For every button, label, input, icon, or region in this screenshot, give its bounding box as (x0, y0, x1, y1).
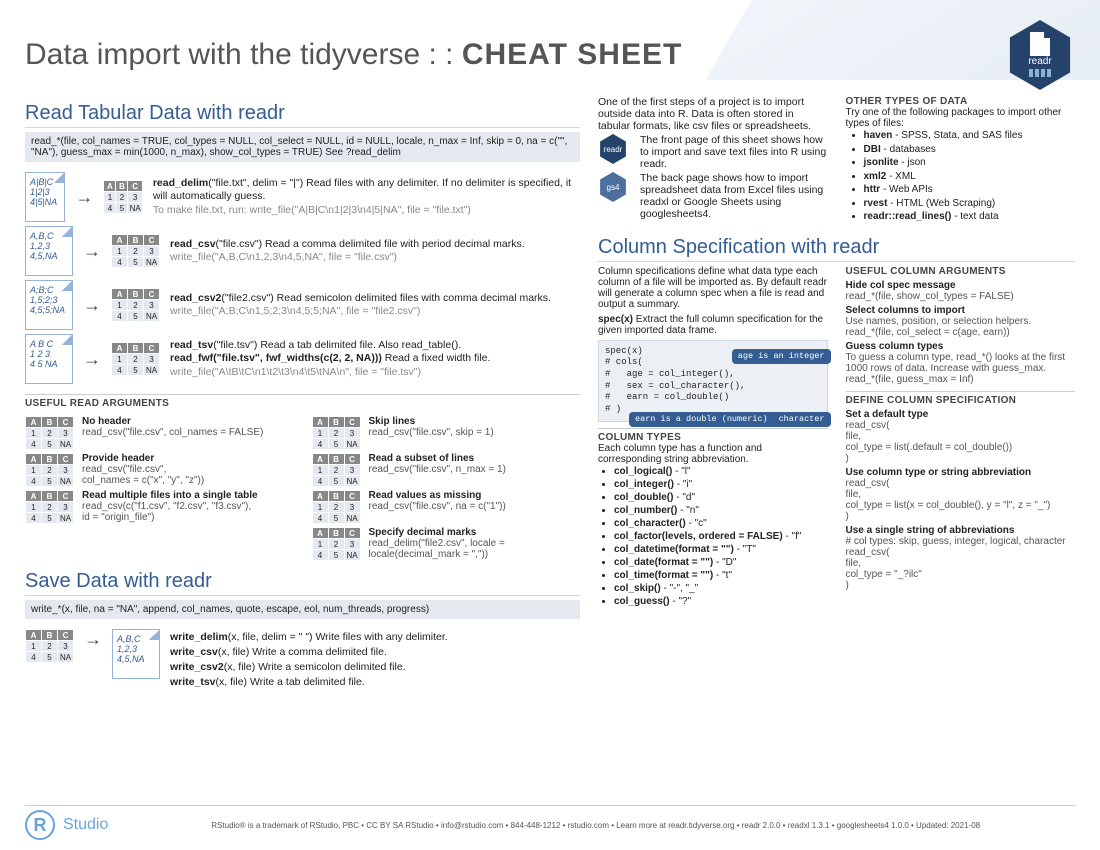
coltype-item: col_skip() - "-", "_" (614, 582, 828, 595)
footer-text: RStudio® is a trademark of RStudio, PBC … (116, 821, 1075, 830)
coltype-item: col_guess() - "?" (614, 595, 828, 608)
result-table: ABC12345NA (312, 453, 361, 487)
arg-item: Specify decimal marksread_delim("file2.c… (369, 527, 505, 561)
intro-text: One of the first steps of a project is t… (598, 96, 828, 132)
example-desc: read_csv2("file2.csv") Read semicolon de… (170, 292, 551, 318)
column-types-sub: Each column type has a function and corr… (598, 443, 828, 465)
arg-item: Provide headerread_csv("file.csv", col_n… (82, 453, 204, 487)
result-table: ABC12345NA (111, 342, 160, 376)
example-desc: read_csv("file.csv") Read a comma delimi… (170, 238, 525, 264)
arrow-icon: → (83, 349, 101, 370)
coltype-item: col_time(format = "") - "t" (614, 569, 828, 582)
spec-code: spec(x) # cols( # age = col_integer(), #… (598, 340, 828, 422)
section-save-heading: Save Data with readr (25, 570, 580, 596)
arg-item: No headerread_csv("file.csv", col_names … (82, 416, 263, 450)
result-table: ABC12345NA (25, 416, 74, 450)
read-signature: read_*(file, col_names = TRUE, col_types… (25, 132, 580, 162)
pkg-item: rvest - HTML (Web Scraping) (864, 197, 1076, 211)
section-read-heading: Read Tabular Data with readr (25, 102, 580, 128)
coltype-item: col_datetime(format = "") - "T" (614, 543, 828, 556)
readr-hex-icon: readr (598, 134, 628, 164)
callout-earn: earn is a double (numeric) (629, 412, 774, 427)
arrow-icon: → (83, 295, 101, 316)
result-table: ABC12345NA (312, 527, 361, 561)
coltype-item: col_date(format = "") - "D" (614, 556, 828, 569)
result-table: ABC12345NA (103, 180, 142, 214)
result-table: ABC12345NA (111, 234, 160, 268)
colspec-p2: spec(x) Extract the full column specific… (598, 314, 828, 336)
readr-desc: The front page of this sheet shows how t… (640, 134, 828, 170)
useful-col-args-heading: USEFUL COLUMN ARGUMENTS (846, 266, 1076, 277)
rstudio-logo: R (25, 810, 55, 840)
save-signature: write_*(x, file, na = "NA", append, col_… (25, 600, 580, 619)
result-table: ABC12345NA (111, 288, 160, 322)
pkg-item: httr - Web APIs (864, 183, 1076, 197)
coltype-item: col_double() - "d" (614, 491, 828, 504)
input-file-icon: A|B|C1|2|34|5|NA (25, 172, 65, 222)
other-types-heading: OTHER TYPES OF DATA (846, 96, 1076, 107)
colspec-p1: Column specifications define what data t… (598, 266, 828, 310)
pkg-item: DBI - databases (864, 143, 1076, 157)
page-title: Data import with the tidyverse : : CHEAT… (25, 38, 682, 72)
result-table: ABC12345NA (312, 416, 361, 450)
pkg-item: readr::read_lines() - text data (864, 210, 1076, 224)
googlesheets-hex-icon: gs4 (598, 172, 628, 202)
gs-desc: The back page shows how to import spread… (640, 172, 828, 220)
input-file-icon: A B C1 2 34 5 NA (25, 334, 73, 384)
source-table: ABC12345NA (25, 629, 74, 663)
pkg-item: xml2 - XML (864, 170, 1076, 184)
section-colspec-heading: Column Specification with readr (598, 236, 1075, 262)
pkg-item: haven - SPSS, Stata, and SAS files (864, 129, 1076, 143)
arg-item: Read a subset of linesread_csv("file.csv… (369, 453, 506, 487)
useful-args-heading: USEFUL READ ARGUMENTS (25, 394, 580, 409)
result-table: ABC12345NA (312, 490, 361, 524)
coltype-item: col_logical() - "l" (614, 465, 828, 478)
define-colspec-heading: DEFINE COLUMN SPECIFICATION (846, 391, 1076, 406)
coltype-item: col_number() - "n" (614, 504, 828, 517)
result-table: ABC12345NA (25, 453, 74, 487)
result-table: ABC12345NA (25, 490, 74, 524)
rstudio-brand: Studio (63, 816, 108, 834)
example-desc: read_delim("file.txt", delim = "|") Read… (153, 177, 580, 216)
input-file-icon: A;B;C1,5;2;34,5;5;NA (25, 280, 73, 330)
arrow-icon: → (83, 241, 101, 262)
output-file-icon: A,B,C 1,2,3 4,5,NA (112, 629, 160, 679)
arrow-icon: → (75, 187, 93, 208)
callout-age: age is an integer (732, 349, 831, 364)
arg-item: Read multiple files into a single tabler… (82, 490, 258, 524)
column-types-heading: COLUMN TYPES (598, 428, 828, 443)
example-desc: read_tsv("file.tsv") Read a tab delimite… (170, 339, 490, 378)
coltype-item: col_character() - "c" (614, 517, 828, 530)
other-types-sub: Try one of the following packages to imp… (846, 107, 1076, 129)
arg-item: Read values as missingread_csv("file.csv… (369, 490, 506, 524)
pkg-item: jsonlite - json (864, 156, 1076, 170)
coltype-item: col_factor(levels, ordered = FALSE) - "f… (614, 530, 828, 543)
coltype-item: col_integer() - "i" (614, 478, 828, 491)
input-file-icon: A,B,C1,2,34,5,NA (25, 226, 73, 276)
arg-item: Skip linesread_csv("file.csv", skip = 1) (369, 416, 494, 450)
arrow-icon: → (84, 629, 102, 650)
